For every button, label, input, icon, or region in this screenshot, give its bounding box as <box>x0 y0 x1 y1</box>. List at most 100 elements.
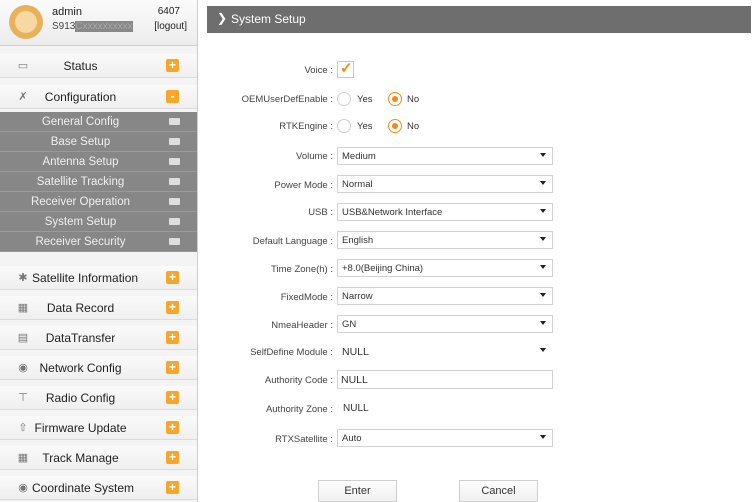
rtk-engine-label: RTKEngine : <box>279 121 333 132</box>
power-mode-select[interactable]: Normal <box>337 175 553 193</box>
oem-no-radio[interactable] <box>388 92 402 106</box>
dropdown-arrow-icon <box>540 348 546 352</box>
sidebar-item-label: Track Manage <box>42 450 119 465</box>
page-title: System Setup <box>231 12 306 26</box>
dropdown-arrow-icon <box>540 209 546 213</box>
collapse-icon <box>169 198 180 205</box>
sidebar-item-label: Radio Config <box>45 390 116 405</box>
collapse-icon <box>169 158 180 165</box>
user-panel: admin S913Cxxxxxxxxxx 6407 [logout] <box>0 0 197 46</box>
oem-no-label: No <box>407 94 420 105</box>
brand-logo <box>9 5 43 39</box>
submenu-item-satellite-tracking[interactable]: Satellite Tracking <box>0 172 197 192</box>
collapse-icon <box>169 178 180 185</box>
dropdown-arrow-icon <box>540 293 546 297</box>
submenu-item-general-config[interactable]: General Config <box>0 112 197 132</box>
collapse-icon[interactable]: - <box>166 90 179 103</box>
dropdown-arrow-icon <box>540 181 546 185</box>
oem-yes-radio[interactable] <box>337 92 351 106</box>
submenu-item-receiver-security[interactable]: Receiver Security <box>0 232 197 252</box>
self-define-module-select[interactable]: NULL <box>337 342 553 360</box>
sidebar: admin S913Cxxxxxxxxxx 6407 [logout] ▭ St… <box>0 0 198 502</box>
submenu-item-antenna-setup[interactable]: Antenna Setup <box>0 152 197 172</box>
sidebar-item-network-config[interactable]: ◉ Network Config + <box>0 356 197 380</box>
rtk-yes-radio[interactable] <box>337 119 351 133</box>
oem-yes-label: Yes <box>357 94 373 105</box>
sidebar-item-label: DataTransfer <box>45 330 116 345</box>
satellite-icon: ✱ <box>18 272 28 284</box>
submenu-item-system-setup[interactable]: System Setup <box>0 212 197 232</box>
sidebar-item-datatransfer[interactable]: ▤ DataTransfer + <box>0 326 197 350</box>
expand-icon[interactable]: + <box>166 391 179 404</box>
globe-icon: ◉ <box>18 482 28 494</box>
sidebar-item-configuration[interactable]: ✗ Configuration - <box>0 85 197 109</box>
collapse-icon <box>169 218 180 225</box>
submenu-item-receiver-operation[interactable]: Receiver Operation <box>0 192 197 212</box>
sidebar-item-data-record[interactable]: ▦ Data Record + <box>0 296 197 320</box>
dropdown-arrow-icon <box>540 237 546 241</box>
sidebar-item-label: Satellite Information <box>32 270 139 285</box>
username: admin <box>52 6 82 18</box>
default-language-select[interactable]: English <box>337 231 553 249</box>
volume-select[interactable]: Medium <box>337 147 553 165</box>
sidebar-item-status[interactable]: ▭ Status + <box>0 54 197 78</box>
rtk-no-radio[interactable] <box>388 119 402 133</box>
time-zone-label: Time Zone(h) : <box>271 264 333 275</box>
fixed-mode-label: FixedMode : <box>280 292 333 303</box>
collapse-icon <box>169 138 180 145</box>
sidebar-item-label: Coordinate System <box>32 480 135 495</box>
enter-button[interactable]: Enter <box>318 480 397 502</box>
authority-zone-label: Authority Zone : <box>265 404 333 415</box>
chevron-right-icon: ❯ <box>217 11 228 25</box>
cancel-button[interactable]: Cancel <box>459 480 538 502</box>
voice-checkbox[interactable]: ✓ <box>337 60 354 78</box>
serial-mask: Cxxxxxxxxxx <box>75 21 133 32</box>
logout-link[interactable]: [logout] <box>154 21 187 32</box>
expand-icon[interactable]: + <box>166 481 179 494</box>
collapse-icon <box>169 118 180 125</box>
expand-icon[interactable]: + <box>166 59 179 72</box>
sidebar-item-coordinate-system[interactable]: ◉ Coordinate System + <box>0 476 197 500</box>
dropdown-arrow-icon <box>540 265 546 269</box>
default-language-label: Default Language : <box>252 236 333 247</box>
expand-icon[interactable]: + <box>166 331 179 344</box>
nmea-header-label: NmeaHeader : <box>271 320 333 331</box>
checkmark-icon: ✓ <box>340 60 353 77</box>
authority-code-input[interactable]: NULL <box>337 370 553 389</box>
sidebar-item-radio-config[interactable]: ⊤ Radio Config + <box>0 386 197 410</box>
volume-label: Volume : <box>296 151 333 162</box>
page-header: ❯ System Setup <box>207 6 751 33</box>
sidebar-item-label: Data Record <box>46 300 115 315</box>
rtx-satellite-select[interactable]: Auto <box>337 429 553 447</box>
sidebar-item-track-manage[interactable]: ▦ Track Manage + <box>0 446 197 470</box>
submenu-item-base-setup[interactable]: Base Setup <box>0 132 197 152</box>
sidebar-item-firmware-update[interactable]: ⇧ Firmware Update + <box>0 416 197 440</box>
voice-label: Voice : <box>304 65 333 76</box>
sidebar-item-label: Configuration <box>44 89 117 104</box>
usb-select[interactable]: USB&Network Interface <box>337 203 553 221</box>
dropdown-arrow-icon <box>540 435 546 439</box>
rtk-yes-label: Yes <box>357 121 373 132</box>
sidebar-item-label: Firmware Update <box>34 420 127 435</box>
sidebar-item-satellite-information[interactable]: ✱ Satellite Information + <box>0 266 197 290</box>
expand-icon[interactable]: + <box>166 451 179 464</box>
authority-zone-value: NULL <box>343 403 369 414</box>
device-serial: S913Cxxxxxxxxxx <box>52 21 133 32</box>
expand-icon[interactable]: + <box>166 421 179 434</box>
oem-user-def-enable-label: OEMUserDefEnable : <box>241 94 333 105</box>
dropdown-arrow-icon <box>540 153 546 157</box>
sidebar-item-label: Status <box>63 58 98 73</box>
user-count: 6407 <box>157 6 180 17</box>
nmea-header-select[interactable]: GN <box>337 315 553 333</box>
expand-icon[interactable]: + <box>166 301 179 314</box>
sidebar-item-label: Network Config <box>39 360 122 375</box>
rtk-no-label: No <box>407 121 420 132</box>
rtx-satellite-label: RTXSatellite : <box>275 434 333 445</box>
expand-icon[interactable]: + <box>166 271 179 284</box>
dropdown-arrow-icon <box>540 321 546 325</box>
fixed-mode-select[interactable]: Narrow <box>337 287 553 305</box>
collapse-icon <box>169 238 180 245</box>
expand-icon[interactable]: + <box>166 361 179 374</box>
time-zone-select[interactable]: +8.0(Beijing China) <box>337 259 553 277</box>
authority-code-label: Authority Code : <box>264 375 333 386</box>
